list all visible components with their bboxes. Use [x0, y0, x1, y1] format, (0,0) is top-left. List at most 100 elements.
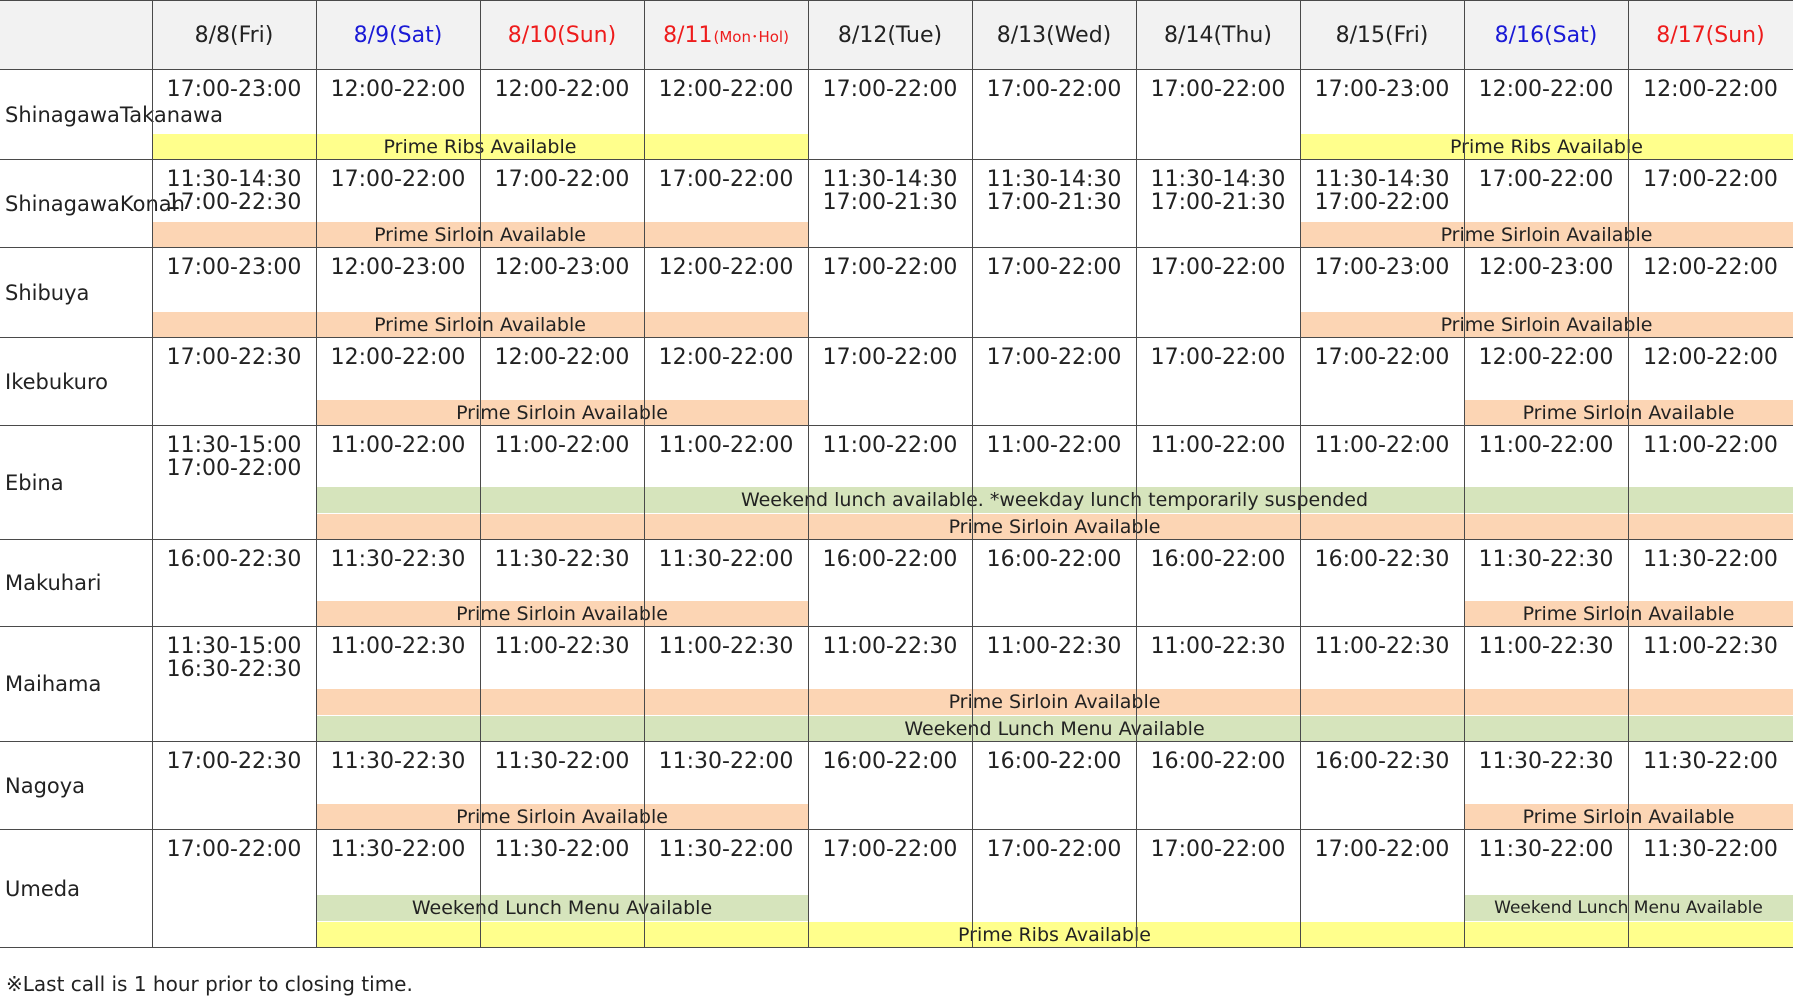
hours-text: 11:30-22:00	[1643, 837, 1778, 862]
hours-cell: 16:00-22:00	[1136, 540, 1300, 627]
hours-text: 11:30-22:30	[1478, 547, 1614, 572]
row-divider	[0, 425, 1793, 426]
menu-availability-band: Prime Ribs Available	[316, 922, 1793, 948]
hours-text: 17:00-22:00	[166, 837, 302, 862]
store-name: Ikebukuro	[0, 338, 152, 426]
date-label: 8/11	[663, 22, 713, 48]
store-name: Shinagawa Konan	[0, 160, 185, 248]
hours-text: 11:00-22:00	[1643, 433, 1778, 458]
hours-text: 17:00-22:00	[822, 837, 958, 862]
hours-text: 17:00-22:00	[1150, 345, 1286, 370]
hours-text: 11:30-22:00	[494, 749, 630, 774]
hours-text: 17:00-22:00	[986, 345, 1122, 370]
hours-text: 12:00-22:00	[330, 345, 466, 370]
hours-text: 17:00-22:00	[822, 345, 958, 370]
date-label: 8/10(Sun)	[507, 22, 617, 48]
row-divider	[0, 337, 1793, 338]
store-name-line: Makuhari	[5, 571, 102, 595]
hours-text: 11:30-15:00	[166, 433, 302, 458]
hours-text: 11:30-14:30	[822, 167, 958, 192]
date-header: 8/15(Fri)	[1300, 0, 1464, 70]
hours-text: 17:00-22:00	[1478, 167, 1614, 192]
hours-text: 12:00-22:00	[1478, 77, 1614, 102]
hours-cell: 17:00-22:00	[152, 830, 316, 948]
hours-text: 11:30-14:30	[986, 167, 1122, 192]
column-divider	[644, 0, 645, 948]
date-label: 8/17(Sun)	[1656, 22, 1765, 48]
store-name: Umeda	[0, 830, 152, 948]
hours-text: 17:00-22:00	[1643, 167, 1778, 192]
hours-cell: 17:00-22:00	[1136, 70, 1300, 160]
hours-text: 11:30-22:00	[1478, 837, 1614, 862]
hours-text: 12:00-22:00	[658, 77, 794, 102]
date-label: 8/13(Wed)	[996, 22, 1112, 48]
hours-text: 17:00-22:00	[822, 77, 958, 102]
hours-text: 16:00-22:30	[1314, 547, 1450, 572]
hours-text: 11:00-22:30	[822, 634, 958, 659]
store-name-line: Maihama	[5, 672, 102, 696]
hours-text: 17:00-23:00	[1314, 77, 1450, 102]
menu-availability-band: Prime Sirloin Available	[316, 514, 1793, 540]
hours-cell: 11:30-14:30 17:00-21:30	[972, 160, 1136, 248]
menu-availability-band: Weekend lunch available. *weekday lunch …	[316, 487, 1793, 513]
column-divider	[1464, 0, 1465, 948]
header-corner	[0, 0, 152, 70]
hours-cell: 17:00-22:00	[808, 248, 972, 338]
date-header: 8/13(Wed)	[972, 0, 1136, 70]
date-label: 8/16(Sat)	[1494, 22, 1598, 48]
store-name-line: Shibuya	[5, 280, 90, 305]
hours-text: 11:00-22:30	[1643, 634, 1778, 659]
hours-text: 17:00-22:00	[1150, 77, 1286, 102]
date-header: 8/9(Sat)	[316, 0, 480, 70]
hours-cell: 16:00-22:30	[152, 540, 316, 627]
row-divider	[0, 539, 1793, 540]
date-label: 8/9(Sat)	[353, 22, 443, 48]
hours-cell: 11:30-15:00 17:00-22:00	[152, 426, 316, 540]
hours-text: 17:00-23:00	[1314, 255, 1450, 280]
hours-text: 12:00-22:00	[658, 345, 794, 370]
column-divider	[1136, 0, 1137, 948]
column-divider	[152, 0, 153, 948]
store-name: Shibuya	[0, 248, 152, 338]
date-label: 8/15(Fri)	[1335, 22, 1429, 48]
hours-text: 11:00-22:00	[658, 433, 794, 458]
hours-text: 17:00-22:00	[1150, 255, 1286, 280]
hours-cell: 16:00-22:00	[972, 742, 1136, 830]
hours-text: 17:00-22:00	[494, 167, 630, 192]
menu-availability-band: Prime Ribs Available	[1300, 134, 1793, 160]
hours-text: 11:00-22:30	[1314, 634, 1450, 659]
hours-text: 17:00-23:00	[166, 77, 302, 102]
hours-cell: 17:00-22:00	[972, 248, 1136, 338]
hours-text: 16:00-22:00	[1150, 547, 1286, 572]
hours-text: 12:00-22:00	[494, 345, 630, 370]
schedule-table: 8/8(Fri) 8/9(Sat) 8/10(Sun) 8/11 (Mon･Hol) 8/…	[0, 0, 1793, 950]
hours-text: 17:00-22:00	[986, 837, 1122, 862]
row-divider	[0, 159, 1793, 160]
hours-text: 12:00-22:00	[1643, 255, 1778, 280]
hours-cell: 11:30-14:30 17:00-21:30	[808, 160, 972, 248]
hours-cell: 17:00-22:00	[808, 338, 972, 426]
hours-text: 11:30-15:00	[166, 634, 302, 659]
row-divider	[0, 829, 1793, 830]
hours-text: 11:30-14:30	[1150, 167, 1286, 192]
hours-text: 12:00-22:00	[658, 255, 794, 280]
hours-text: 11:00-22:00	[1478, 433, 1614, 458]
column-divider	[1628, 0, 1629, 948]
date-sublabel: (Mon･Hol)	[713, 27, 789, 46]
store-name-line: Ebina	[5, 470, 64, 495]
hours-text: 12:00-22:00	[494, 77, 630, 102]
hours-text: 16:00-22:00	[986, 547, 1122, 572]
hours-cell: 16:00-22:30	[1300, 742, 1464, 830]
hours-cell: 17:00-22:30	[152, 338, 316, 426]
hours-text: 12:00-22:00	[1643, 345, 1778, 370]
hours-text: 11:00-22:30	[1478, 634, 1614, 659]
column-divider	[972, 0, 973, 948]
menu-availability-band: Prime Sirloin Available	[316, 601, 808, 627]
hours-text: 17:00-22:00	[330, 167, 466, 192]
hours-text: 11:30-22:00	[494, 837, 630, 862]
hours-cell: 16:00-22:00	[808, 540, 972, 627]
hours-text: 16:00-22:00	[986, 749, 1122, 774]
hours-cell: 17:00-22:30	[152, 742, 316, 830]
date-header: 8/17(Sun)	[1628, 0, 1793, 70]
hours-text: 17:00-22:00	[986, 77, 1122, 102]
